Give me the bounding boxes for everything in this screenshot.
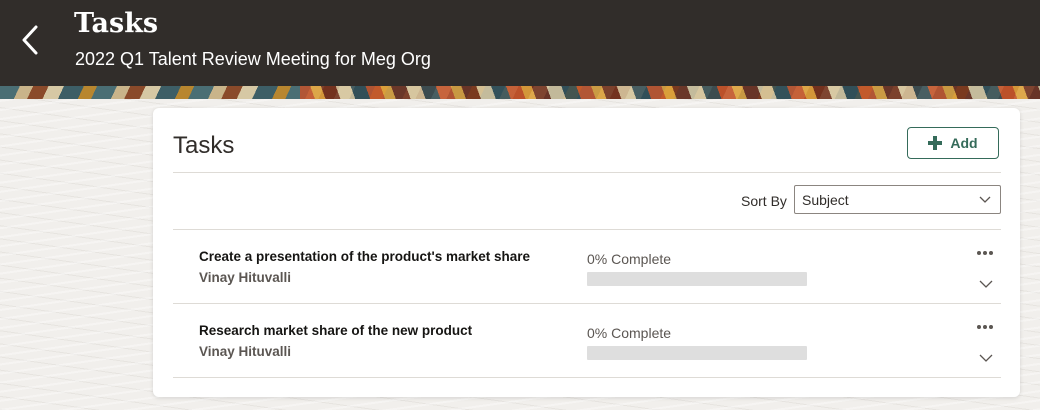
expand-button[interactable] [977, 351, 995, 365]
tasks-card: Tasks Add Sort By Subject Create a prese… [153, 108, 1020, 397]
task-progress-label: 0% Complete [587, 251, 672, 267]
sort-by-value: Subject [802, 192, 849, 208]
chevron-down-icon [979, 354, 993, 362]
back-button[interactable] [12, 22, 48, 58]
ellipsis-icon [977, 325, 981, 329]
header-divider [173, 172, 1001, 173]
ellipsis-icon-dot [989, 325, 993, 329]
chevron-left-icon [22, 25, 38, 55]
task-owner: Vinay Hituvalli [199, 270, 292, 285]
task-row: Research market share of the new product… [173, 303, 1001, 377]
ellipsis-icon-dot [989, 251, 993, 255]
sort-by-label: Sort By [741, 193, 787, 209]
sort-by-select[interactable]: Subject [794, 185, 1001, 214]
plus-icon [928, 136, 943, 150]
task-progress-bar [587, 272, 807, 286]
chevron-down-icon [979, 280, 993, 288]
task-row: Create a presentation of the product's m… [173, 229, 1001, 303]
add-button-label: Add [950, 135, 978, 151]
ellipsis-icon [977, 251, 981, 255]
decorative-banner-accent [300, 86, 1040, 99]
page-header: Tasks 2022 Q1 Talent Review Meeting for … [0, 0, 1040, 86]
task-title[interactable]: Create a presentation of the product's m… [199, 249, 530, 264]
card-title: Tasks [173, 132, 235, 159]
ellipsis-icon-dot [983, 325, 987, 329]
more-actions-button[interactable] [973, 245, 997, 261]
page-title: Tasks [74, 8, 159, 39]
task-owner: Vinay Hituvalli [199, 344, 292, 359]
expand-button[interactable] [977, 277, 995, 291]
task-title[interactable]: Research market share of the new product [199, 323, 472, 338]
task-progress-bar [587, 346, 807, 360]
row-divider [173, 377, 1001, 378]
ellipsis-icon-dot [983, 251, 987, 255]
add-task-button[interactable]: Add [907, 127, 999, 159]
task-progress-label: 0% Complete [587, 325, 672, 341]
page-subtitle: 2022 Q1 Talent Review Meeting for Meg Or… [75, 49, 431, 69]
chevron-down-icon [979, 196, 991, 203]
more-actions-button[interactable] [973, 319, 997, 335]
